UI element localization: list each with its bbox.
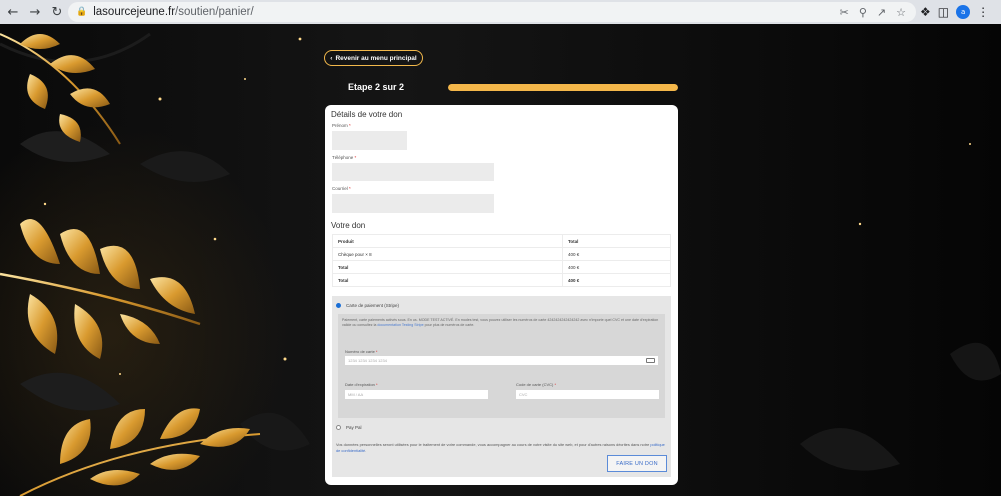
email-label: Courriel * — [332, 186, 351, 191]
cvc-label: Code de carte (CVC) * — [516, 382, 557, 387]
profile-avatar[interactable]: a — [956, 5, 971, 19]
card-payment-label[interactable]: Carte de paiement (Stripe) — [346, 303, 399, 308]
test-mode-notice: Paiement, carte paiements activés sous. … — [342, 318, 659, 327]
bookmark-star-icon[interactable]: ☆ — [896, 6, 906, 19]
subtotal-label-cell: Total — [332, 260, 563, 274]
stripe-testing-docs-link[interactable]: documentation Testing Stripe — [377, 323, 423, 327]
back-to-main-menu-button[interactable]: ‹ Revenir au menu principal — [324, 50, 423, 66]
extensions-icon[interactable]: ❖ — [920, 5, 931, 19]
step-indicator: Etape 2 sur 2 — [348, 82, 405, 92]
first-name-label: Prénom * — [332, 123, 351, 128]
card-number-input[interactable]: 1234 1234 1234 1234 — [345, 356, 658, 365]
gold-leaves-decoration — [0, 32, 310, 496]
reload-icon[interactable]: ↻ — [46, 1, 68, 23]
column-header-total: Total — [562, 234, 671, 248]
column-header-product: Produit — [332, 234, 563, 248]
address-bar[interactable]: 🔒 lasourcejeune.fr/soutien/panier/ ✂ ⚲ ↗… — [68, 2, 916, 22]
menu-kebab-icon[interactable]: ⋮ — [977, 5, 989, 19]
share-icon[interactable]: ↗ — [877, 6, 886, 19]
side-panel-icon[interactable]: ◫ — [938, 5, 949, 19]
step-progress-bar — [448, 84, 678, 91]
paypal-radio[interactable] — [336, 425, 341, 430]
your-donation-heading: Votre don — [331, 221, 366, 230]
lock-icon[interactable]: 🔒 — [76, 7, 87, 17]
phone-label: Téléphone * — [332, 155, 357, 160]
step-progress-fill — [448, 84, 678, 91]
card-payment-radio[interactable] — [336, 303, 341, 308]
right-decoration — [800, 143, 1001, 471]
stripe-card-panel: Paiement, carte paiements activés sous. … — [338, 314, 665, 418]
cvc-input[interactable]: CVC — [516, 390, 659, 399]
table-row: Chèque pour × 8 400 € — [332, 247, 671, 261]
donation-details-heading: Détails de votre don — [331, 110, 403, 119]
table-row: Total 400 € — [332, 260, 671, 274]
donation-form-card: Détails de votre don Prénom * Téléphone … — [325, 105, 678, 485]
url-path: /soutien/panier/ — [175, 6, 254, 18]
email-field[interactable] — [332, 194, 494, 213]
subtotal-value-cell: 400 € — [562, 260, 671, 274]
order-summary-table: Produit Total Chèque pour × 8 400 € Tota… — [332, 234, 671, 287]
url-host: lasourcejeune.fr — [93, 6, 176, 18]
back-button-label: Revenir au menu principal — [335, 54, 417, 62]
back-arrow-icon[interactable]: ← — [2, 1, 24, 23]
table-header-row: Produit Total — [332, 234, 671, 248]
forward-arrow-icon[interactable]: → — [24, 1, 46, 23]
expiry-input[interactable]: MM / AA — [345, 390, 488, 399]
total-label-cell: Total — [332, 273, 563, 287]
translate-icon[interactable]: ✂ — [840, 6, 849, 19]
credit-card-icon — [646, 358, 655, 363]
zoom-icon[interactable]: ⚲ — [859, 6, 867, 19]
make-donation-button[interactable]: FAIRE UN DON — [607, 455, 667, 472]
card-number-label: Numéro de carte * — [345, 349, 378, 354]
privacy-notice: Vos données personnelles seront utilisée… — [336, 442, 665, 453]
browser-toolbar: ← → ↻ 🔒 lasourcejeune.fr/soutien/panier/… — [0, 0, 1001, 24]
chevron-left-icon: ‹ — [330, 54, 333, 62]
table-row: Total 400 € — [332, 273, 671, 287]
paypal-label[interactable]: Pay Pal — [346, 425, 362, 430]
first-name-field[interactable] — [332, 131, 407, 150]
total-value-cell: 400 € — [562, 273, 671, 287]
payment-methods: Carte de paiement (Stripe) Paiement, car… — [332, 296, 671, 477]
expiry-label: Date d'expiration * — [345, 382, 378, 387]
phone-field[interactable] — [332, 163, 494, 181]
product-cell: Chèque pour × 8 — [332, 247, 563, 261]
total-cell: 400 € — [562, 247, 671, 261]
